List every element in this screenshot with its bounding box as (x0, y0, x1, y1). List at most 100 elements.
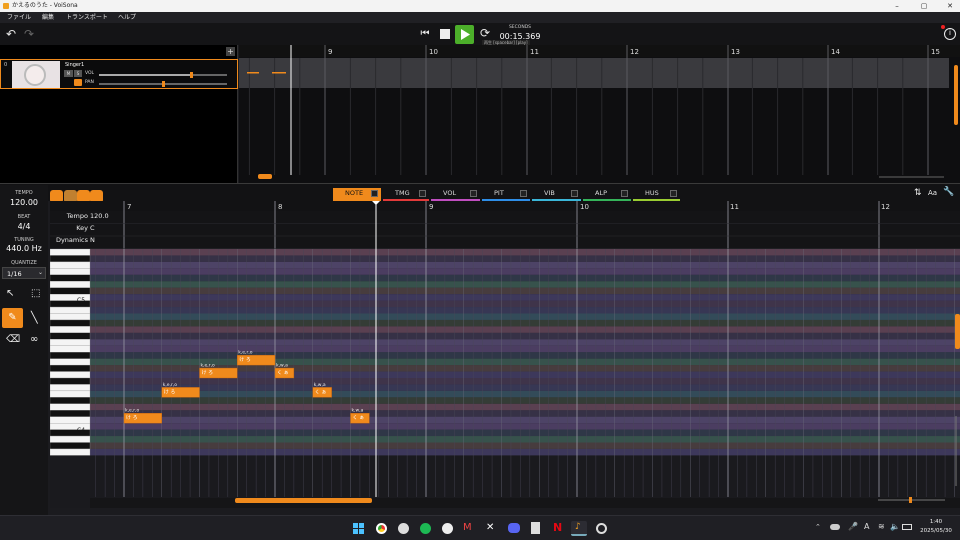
tab-alp[interactable]: ALP (583, 188, 631, 201)
piano-key[interactable] (49, 306, 91, 314)
piano-key[interactable] (49, 268, 91, 275)
piano-key[interactable] (49, 352, 91, 359)
onedrive-icon[interactable] (830, 524, 840, 530)
menu-edit[interactable]: 編集 (42, 12, 54, 23)
tempo-row-value[interactable]: 120.0 (90, 212, 109, 220)
battery-icon[interactable] (902, 524, 912, 530)
tab-hus[interactable]: HUS (633, 188, 680, 201)
stop-icon[interactable] (440, 29, 450, 39)
redo-icon[interactable]: ↷ (22, 27, 36, 41)
clock-date[interactable]: 2025/05/30 (916, 528, 956, 534)
piano-key[interactable] (49, 384, 91, 392)
piano-key[interactable] (49, 358, 91, 366)
tab-visibility-checkbox[interactable] (419, 190, 426, 197)
rewind-icon[interactable]: ⏮ (418, 27, 432, 41)
quantize-select[interactable]: 1/16 ⌄ (2, 267, 46, 279)
discord-icon[interactable] (508, 523, 520, 533)
windows-start-icon[interactable] (353, 523, 364, 534)
piano-key[interactable] (49, 397, 91, 404)
gmail-icon[interactable]: M (463, 522, 472, 533)
piano-key[interactable] (49, 332, 91, 340)
link-tool-icon[interactable]: ∞ (30, 334, 38, 345)
beat-value[interactable]: 4/4 (0, 222, 48, 231)
tuning-value[interactable]: 440.0 Hz (0, 244, 48, 253)
horizontal-scrollbar[interactable] (235, 498, 372, 503)
piano-key[interactable] (49, 345, 91, 353)
tab-pit[interactable]: PIT (482, 188, 530, 201)
piano-key[interactable] (49, 448, 91, 456)
zoom-slider-knob[interactable] (909, 497, 912, 503)
ime-icon[interactable]: A (864, 522, 869, 531)
tab-vib[interactable]: VIB (532, 188, 581, 201)
clock-time[interactable]: 1:40 (918, 519, 954, 525)
piano-key[interactable] (49, 442, 91, 450)
piano-key[interactable] (49, 319, 91, 327)
undo-icon[interactable]: ↶ (4, 27, 18, 41)
play-button[interactable] (455, 25, 474, 44)
piano-key[interactable] (49, 403, 91, 411)
tab-visibility-checkbox[interactable] (470, 190, 477, 197)
arranger-scrollbar[interactable] (258, 174, 272, 179)
piano-key[interactable] (49, 326, 91, 334)
tab-vol[interactable]: VOL (431, 188, 480, 201)
piano-key[interactable] (49, 416, 91, 424)
piano-key[interactable] (49, 371, 91, 379)
loop-icon[interactable]: ⟳ (478, 26, 492, 40)
piano-key[interactable] (49, 248, 91, 256)
pan-slider[interactable] (99, 81, 227, 87)
maximize-icon[interactable]: ▢ (915, 0, 933, 12)
pointer-tool-icon[interactable]: ↖ (6, 288, 14, 299)
piano-key[interactable] (49, 313, 91, 321)
info-icon[interactable]: i (944, 28, 956, 40)
vertical-scrollbar[interactable] (955, 314, 960, 349)
chat-icon[interactable] (442, 523, 453, 534)
speaker-icon[interactable]: 🔈 (890, 522, 900, 531)
piano-key[interactable] (49, 410, 91, 417)
piano-key[interactable] (49, 377, 91, 385)
voisona-taskbar-icon[interactable]: ♪ (571, 521, 587, 536)
menu-help[interactable]: ヘルプ (118, 12, 136, 23)
tab-visibility-checkbox[interactable] (371, 190, 378, 197)
dynamics-row-value[interactable]: N (90, 236, 95, 244)
app-icon-last[interactable] (596, 523, 607, 534)
tune-icon[interactable]: ⇅ (914, 188, 922, 198)
tab-visibility-checkbox[interactable] (571, 190, 578, 197)
select-tool-icon[interactable]: ⬚ (31, 288, 40, 299)
solo-button[interactable]: S (74, 70, 82, 77)
piano-roll[interactable]: 7 8 9 10 11 12 け ろ k,e,r,o け ろ k,e,r,o け ろ k,e,r,o け… (49, 201, 960, 508)
eraser-tool-icon[interactable]: ⌫ (6, 334, 20, 345)
arranger-note-clip[interactable] (272, 72, 286, 74)
piano-key[interactable] (49, 281, 91, 288)
tab-tmg[interactable]: TMG (383, 188, 429, 201)
record-arm-icon[interactable] (74, 79, 82, 86)
tab-note[interactable]: NOTE (333, 188, 381, 201)
piano-key[interactable] (49, 339, 91, 346)
font-size-icon[interactable]: Aa (928, 189, 937, 197)
key-row-value[interactable]: C (90, 224, 95, 232)
tab-visibility-checkbox[interactable] (520, 190, 527, 197)
tab-visibility-checkbox[interactable] (670, 190, 677, 197)
piano-key[interactable] (49, 255, 91, 263)
pencil-tool-icon[interactable]: ✎ (2, 308, 23, 328)
volume-slider[interactable] (99, 72, 227, 78)
piano-key[interactable] (49, 261, 91, 269)
piano-key[interactable] (49, 390, 91, 398)
arranger-note-clip[interactable] (247, 72, 259, 74)
line-tool-icon[interactable]: ╲ (31, 311, 38, 324)
piano-key[interactable] (49, 274, 91, 282)
tray-chevron-icon[interactable]: ⌃ (815, 523, 821, 531)
arranger-view[interactable]: 9 10 11 12 13 14 15 (239, 45, 960, 183)
x-icon[interactable]: ✕ (486, 522, 494, 533)
tab-visibility-checkbox[interactable] (621, 190, 628, 197)
chrome-icon[interactable] (376, 523, 387, 534)
add-track-icon[interactable]: + (226, 47, 235, 56)
mute-button[interactable]: M (64, 70, 73, 77)
minimize-icon[interactable]: – (888, 0, 906, 12)
menu-transport[interactable]: トランスポート (66, 12, 108, 23)
track-row[interactable]: 0 Singer1 M S VOL PAN (0, 59, 238, 89)
app-icon-2[interactable] (398, 523, 409, 534)
menu-file[interactable]: ファイル (7, 12, 31, 23)
spotify-icon[interactable] (420, 523, 431, 534)
wifi-icon[interactable]: ≋ (878, 522, 885, 531)
close-icon[interactable]: ✕ (941, 0, 959, 12)
